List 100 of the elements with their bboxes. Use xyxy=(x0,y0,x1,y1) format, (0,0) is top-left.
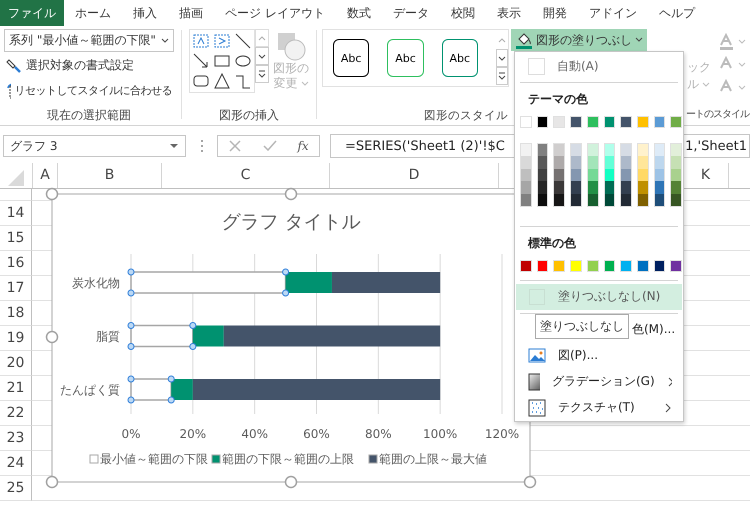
row-header[interactable]: 17 xyxy=(0,276,32,301)
more-options-icon[interactable] xyxy=(199,139,205,153)
ribbon-tab[interactable]: 描画 xyxy=(168,0,214,26)
resize-handle[interactable] xyxy=(284,476,298,488)
selection-handle[interactable] xyxy=(168,376,175,382)
color-swatch[interactable] xyxy=(621,144,631,156)
line-icon[interactable] xyxy=(234,32,252,50)
shape-style-preset[interactable]: Abc xyxy=(442,39,478,77)
more-button[interactable] xyxy=(496,67,508,85)
selection-handle[interactable] xyxy=(168,396,175,404)
color-swatch[interactable] xyxy=(671,144,682,156)
color-swatch[interactable] xyxy=(571,181,581,194)
name-box[interactable]: グラフ 3 xyxy=(3,135,186,157)
automatic-color-item[interactable]: 自動(A) xyxy=(516,53,682,79)
color-swatch[interactable] xyxy=(571,194,581,206)
color-swatch[interactable] xyxy=(554,181,564,194)
row-header[interactable]: 15 xyxy=(0,226,32,251)
format-selection-button[interactable]: 選択対象の書式設定 xyxy=(4,54,174,77)
color-swatch[interactable] xyxy=(521,194,531,206)
color-swatch[interactable] xyxy=(521,168,531,182)
color-swatch[interactable] xyxy=(621,181,631,194)
resize-handle[interactable] xyxy=(284,188,298,200)
column-header[interactable]: D xyxy=(330,163,499,188)
shape-style-preset[interactable]: Abc xyxy=(333,39,370,77)
row-header[interactable]: 22 xyxy=(0,401,32,426)
reset-style-button[interactable]: リセットしてスタイルに合わせる xyxy=(4,79,174,102)
color-swatch[interactable] xyxy=(588,168,598,182)
selection-handle[interactable] xyxy=(128,290,134,296)
color-swatch[interactable] xyxy=(554,156,564,169)
ribbon-tab[interactable]: 開発 xyxy=(532,0,578,26)
row-header[interactable]: 20 xyxy=(0,351,32,376)
shape-style-preset[interactable]: Abc xyxy=(387,39,424,77)
color-swatch[interactable] xyxy=(670,116,682,128)
color-swatch[interactable] xyxy=(636,116,649,128)
menu-item[interactable]: グラデーション(G) xyxy=(516,368,682,395)
color-swatch[interactable] xyxy=(604,168,614,182)
color-swatch[interactable] xyxy=(604,181,614,194)
row-header[interactable]: 18 xyxy=(0,301,32,326)
color-swatch[interactable] xyxy=(538,181,548,194)
row-header[interactable]: 24 xyxy=(0,451,32,476)
color-swatch[interactable] xyxy=(553,260,566,272)
chart-bar[interactable] xyxy=(130,324,194,348)
color-swatch[interactable] xyxy=(554,194,564,206)
color-swatch[interactable] xyxy=(604,156,614,169)
selection-handle[interactable] xyxy=(128,322,134,329)
triangle-icon[interactable] xyxy=(213,72,231,90)
row-header[interactable]: 23 xyxy=(0,426,32,451)
color-swatch[interactable] xyxy=(553,116,566,128)
color-swatch[interactable] xyxy=(588,194,598,206)
ribbon-tab[interactable]: 表示 xyxy=(486,0,532,26)
chart-bar[interactable] xyxy=(171,379,193,400)
selection-handle[interactable] xyxy=(282,268,290,276)
color-swatch[interactable] xyxy=(538,156,548,169)
color-swatch[interactable] xyxy=(620,260,632,272)
color-swatch[interactable] xyxy=(571,156,581,169)
color-swatch[interactable] xyxy=(588,156,598,169)
scroll-down-button[interactable] xyxy=(255,47,269,65)
shape-fill-button[interactable]: 図形の塗りつぶし xyxy=(511,29,647,51)
resize-handle[interactable] xyxy=(46,188,58,200)
resize-handle[interactable] xyxy=(46,476,58,488)
color-swatch[interactable] xyxy=(571,144,581,156)
color-swatch[interactable] xyxy=(538,144,548,156)
color-swatch[interactable] xyxy=(521,181,531,194)
chart-bar[interactable] xyxy=(130,271,286,294)
color-swatch[interactable] xyxy=(670,260,682,272)
color-swatch[interactable] xyxy=(654,194,664,206)
selection-handle[interactable] xyxy=(128,343,134,350)
color-swatch[interactable] xyxy=(586,116,599,128)
color-swatch[interactable] xyxy=(586,260,599,272)
menu-item[interactable]: テクスチャ(T) xyxy=(516,394,682,421)
color-swatch[interactable] xyxy=(671,181,682,194)
ribbon-tab[interactable]: アドイン xyxy=(578,0,648,26)
color-swatch[interactable] xyxy=(654,168,664,182)
color-swatch[interactable] xyxy=(654,144,664,156)
ribbon-tab[interactable]: ホーム xyxy=(64,0,122,26)
color-swatch[interactable] xyxy=(520,116,532,128)
color-swatch[interactable] xyxy=(604,116,616,128)
column-header[interactable]: B xyxy=(58,163,162,188)
check-icon[interactable] xyxy=(262,139,277,153)
insert-function-button[interactable]: fx xyxy=(297,139,309,153)
color-swatch[interactable] xyxy=(638,144,648,156)
color-swatch[interactable] xyxy=(588,181,598,194)
menu-item[interactable]: 塗りつぶしなし(N) xyxy=(516,284,682,310)
chart-bar[interactable] xyxy=(130,378,172,401)
selection-handle[interactable] xyxy=(128,268,134,276)
color-swatch[interactable] xyxy=(521,156,531,169)
text-box-icon[interactable] xyxy=(192,32,210,50)
row-header[interactable] xyxy=(0,189,32,201)
color-swatch[interactable] xyxy=(520,260,532,272)
color-swatch[interactable] xyxy=(554,144,564,156)
resize-handle[interactable] xyxy=(524,476,536,488)
color-swatch[interactable] xyxy=(654,156,664,169)
selection-handle[interactable] xyxy=(128,396,134,404)
row-header[interactable]: 14 xyxy=(0,201,32,226)
selection-handle[interactable] xyxy=(128,376,134,382)
color-swatch[interactable] xyxy=(671,168,682,182)
color-swatch[interactable] xyxy=(636,260,649,272)
color-swatch[interactable] xyxy=(671,194,682,206)
color-swatch[interactable] xyxy=(621,156,631,169)
color-swatch[interactable] xyxy=(604,194,614,206)
